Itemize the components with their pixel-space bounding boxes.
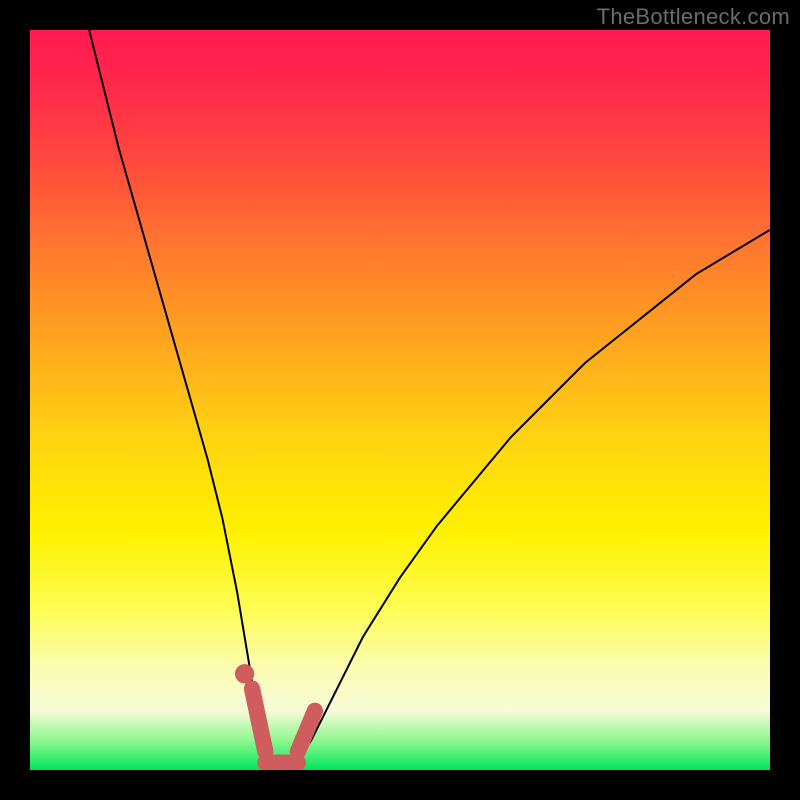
highlight-markers xyxy=(235,664,315,762)
watermark-text: TheBottleneck.com xyxy=(597,4,790,30)
highlight-stroke-left-down xyxy=(252,689,265,752)
highlight-stroke-right-up xyxy=(298,711,315,752)
chart-plot-area xyxy=(30,30,770,770)
chart-svg xyxy=(30,30,770,770)
bottleneck-curve xyxy=(89,30,770,770)
